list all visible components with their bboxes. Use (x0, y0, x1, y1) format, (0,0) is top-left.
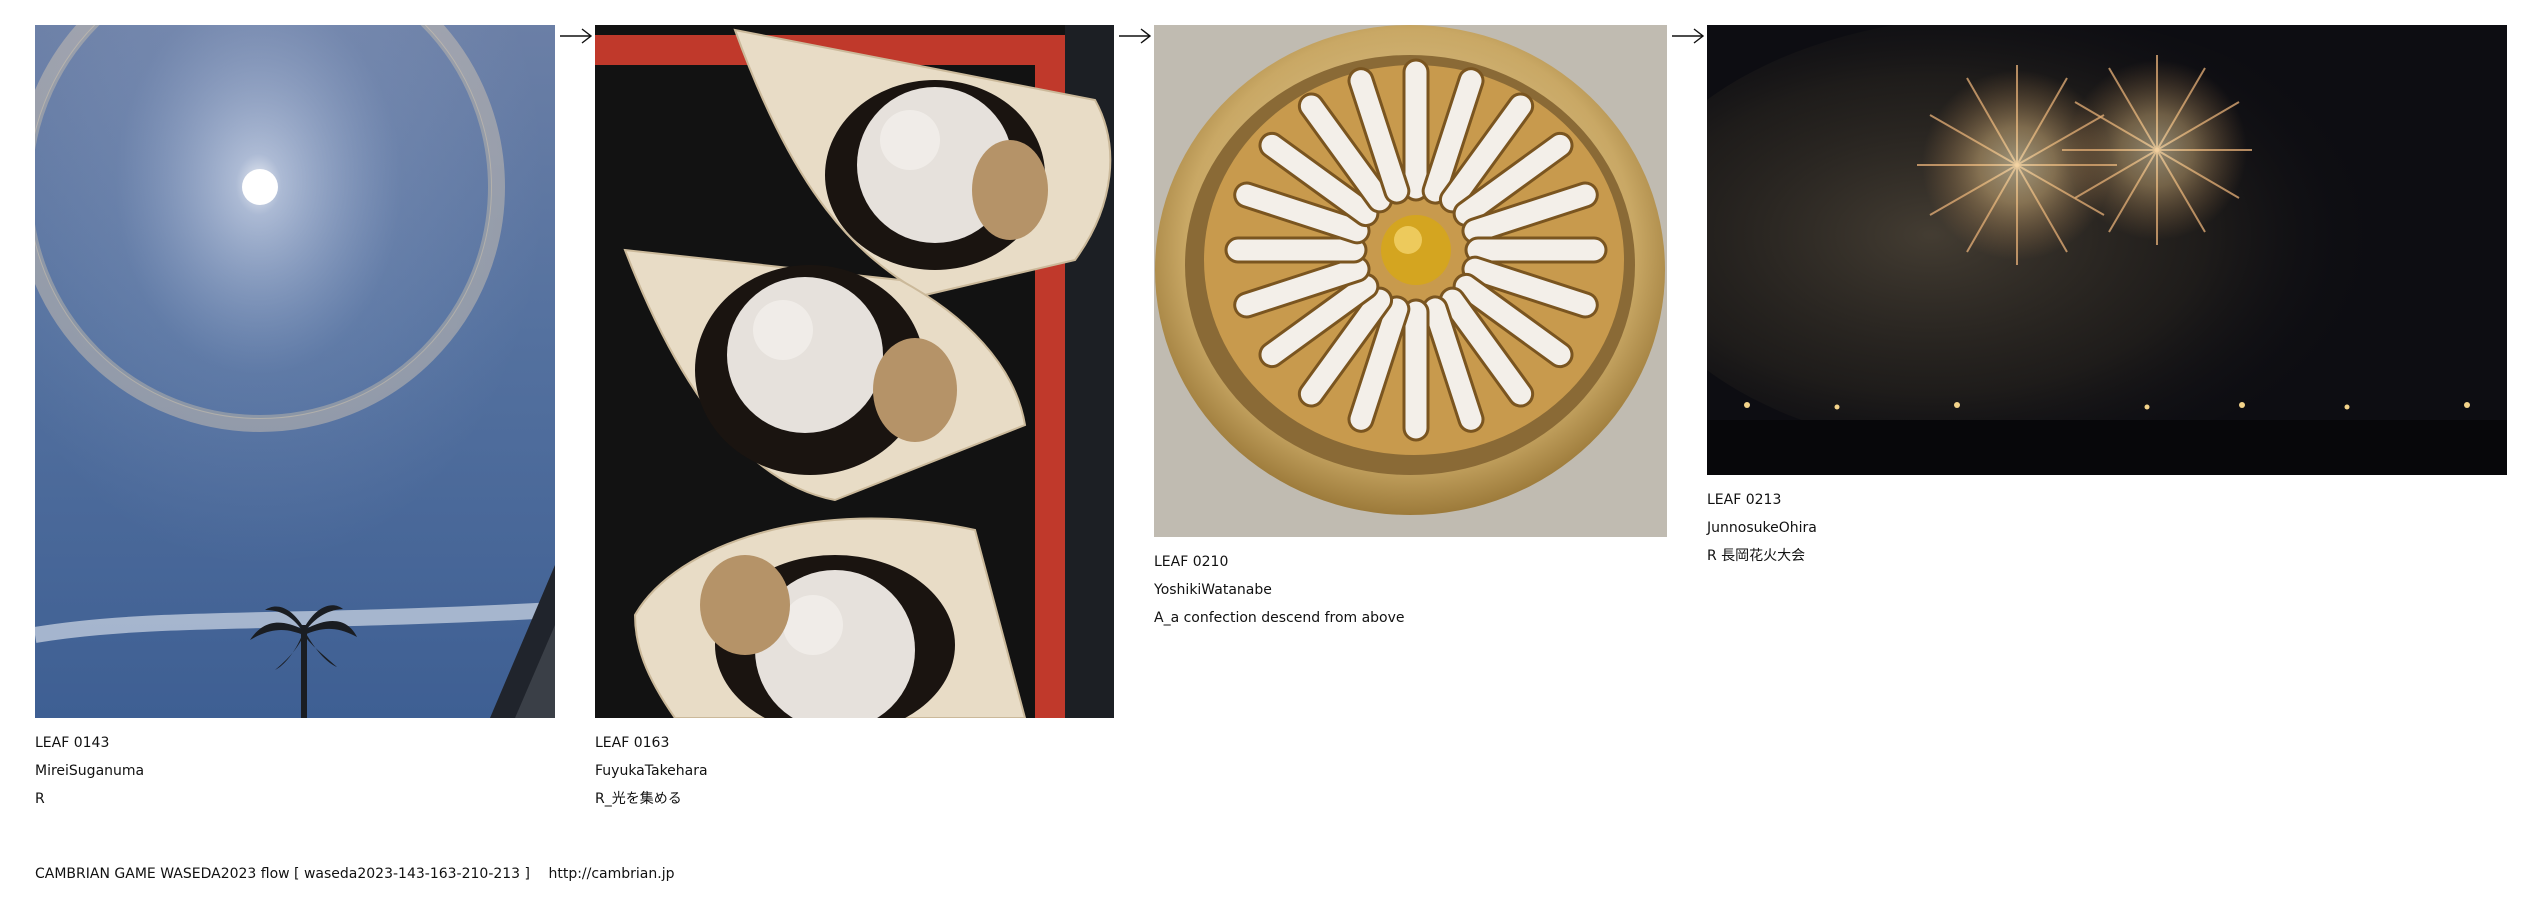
leaf-image-sweets[interactable] (595, 25, 1114, 718)
leaf-note: R (35, 791, 45, 807)
leaf-author: JunnosukeOhira (1707, 520, 1817, 536)
footer: CAMBRIAN GAME WASEDA2023 flow [ waseda20… (35, 866, 688, 882)
leaf-author: FuyukaTakehara (595, 763, 708, 779)
leaf-note: R_光を集める (595, 791, 682, 807)
leaf-id-label: LEAF 0163 (595, 735, 670, 751)
leaf-card-0143[interactable]: LEAF 0143 MireiSuganuma R (35, 25, 555, 813)
leaf-author: MireiSuganuma (35, 763, 145, 779)
right-arrow-icon (560, 28, 593, 44)
leaf-author: YoshikiWatanabe (1154, 582, 1272, 598)
leaf-card-0213[interactable]: LEAF 0213 JunnosukeOhira R 長岡花火大会 (1707, 25, 2507, 570)
right-arrow-icon (1672, 28, 1705, 44)
leaf-id-label: LEAF 0210 (1154, 554, 1229, 570)
leaf-note: A_a confection descend from above (1154, 610, 1405, 626)
footer-title: CAMBRIAN GAME WASEDA2023 flow [ waseda20… (35, 866, 531, 882)
leaf-note: R 長岡花火大会 (1707, 548, 1806, 564)
leaf-card-0210[interactable]: LEAF 0210 YoshikiWatanabe A_a confection… (1154, 25, 1667, 632)
right-arrow-icon (1119, 28, 1152, 44)
footer-url-link[interactable]: http://cambrian.jp (548, 866, 674, 882)
page: { "leaves": [ { "id_label": "LEAF 0143",… (0, 0, 2543, 900)
leaf-card-0163[interactable]: LEAF 0163 FuyukaTakehara R_光を集める (595, 25, 1114, 813)
leaf-image-fireworks[interactable] (1707, 25, 2507, 475)
leaf-image-halo[interactable] (35, 25, 555, 718)
leaf-id-label: LEAF 0213 (1707, 492, 1782, 508)
leaf-id-label: LEAF 0143 (35, 735, 110, 751)
leaf-image-pastry[interactable] (1154, 25, 1667, 537)
